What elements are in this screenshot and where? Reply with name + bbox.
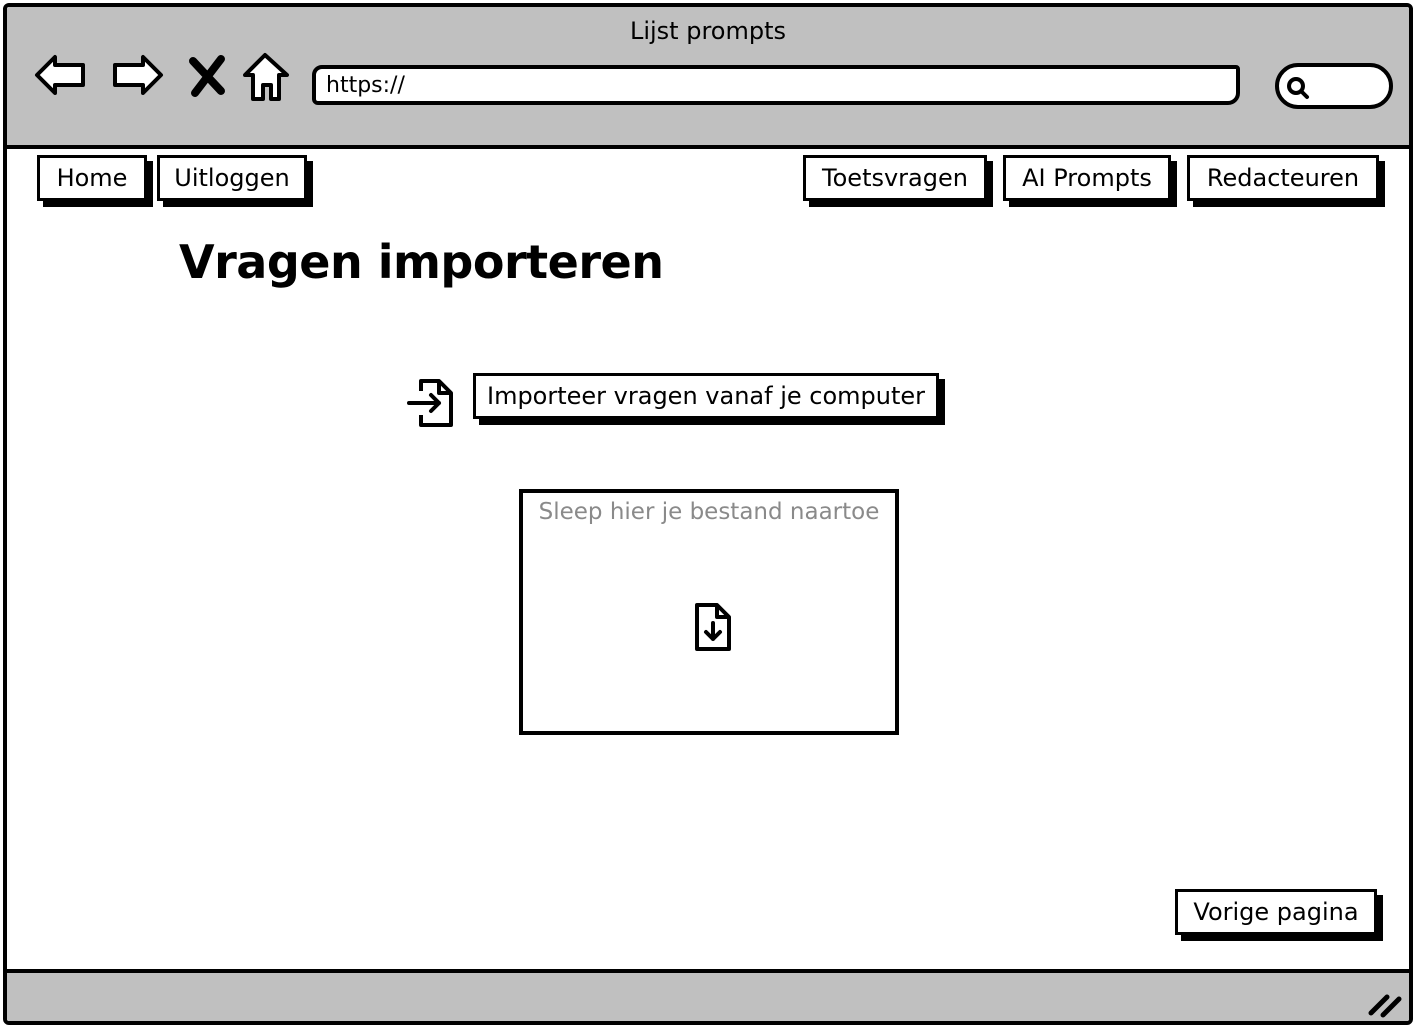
back-arrow-icon[interactable] [33,47,89,103]
browser-window: Lijst prompts https:// Home Uitloggen To… [3,3,1413,1025]
file-download-icon [691,601,733,653]
dropzone-label: Sleep hier je bestand naartoe [538,499,880,525]
forward-arrow-icon[interactable] [109,47,165,103]
window-title: Lijst prompts [629,17,787,45]
page-title: Vragen importeren [179,235,664,289]
logout-button[interactable]: Uitloggen [157,155,307,201]
url-input[interactable]: https:// [312,65,1240,105]
ai-prompts-button[interactable]: AI Prompts [1003,155,1171,201]
file-import-icon [405,375,463,431]
browser-search-field[interactable] [1275,63,1393,109]
stop-icon[interactable] [185,47,231,103]
import-questions-button[interactable]: Importeer vragen vanaf je computer [473,373,939,419]
test-questions-button[interactable]: Toetsvragen [803,155,987,201]
previous-page-button[interactable]: Vorige pagina [1175,889,1377,935]
home-icon[interactable] [239,47,295,103]
home-button[interactable]: Home [37,155,147,201]
browser-chrome: Lijst prompts https:// [7,7,1409,149]
editors-button[interactable]: Redacteuren [1187,155,1379,201]
status-bar [7,969,1409,1021]
file-dropzone[interactable]: Sleep hier je bestand naartoe [519,489,899,735]
search-icon [1287,77,1309,99]
resize-grip-icon[interactable] [1365,983,1405,1019]
